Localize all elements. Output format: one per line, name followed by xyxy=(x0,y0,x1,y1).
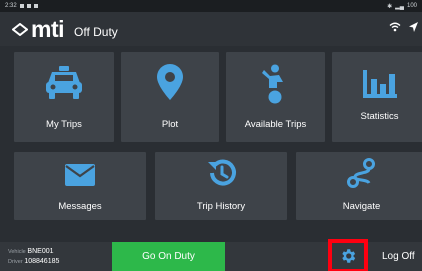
tile-label: Messages xyxy=(58,201,102,212)
tile-label: My Trips xyxy=(46,119,82,130)
navigation-arrow-icon[interactable] xyxy=(409,22,418,32)
tile-navigate[interactable]: Navigate xyxy=(296,152,422,220)
system-status-bar: 2:32 ✱ ▂▄ 100 xyxy=(0,0,422,12)
notification-icon xyxy=(26,4,31,8)
tile-label: Trip History xyxy=(196,201,246,212)
mti-logo-icon xyxy=(12,22,28,36)
log-off-button[interactable]: Log Off xyxy=(382,251,415,262)
logo-text: mti xyxy=(31,15,65,42)
tile-available-trips[interactable]: Available Trips xyxy=(226,52,325,142)
bottom-action-bar: Vehicle BNE001 Driver 108846185 Go On Du… xyxy=(0,239,422,271)
tile-label: Plot xyxy=(161,119,179,130)
history-icon xyxy=(208,159,236,186)
vehicle-driver-info: Vehicle BNE001 Driver 108846185 xyxy=(0,247,112,267)
mti-logo: mti xyxy=(12,15,65,42)
person-waving-icon xyxy=(261,64,283,104)
driver-value: 108846185 xyxy=(24,257,60,265)
settings-button[interactable] xyxy=(328,239,368,271)
taxi-icon xyxy=(46,66,82,99)
route-icon xyxy=(346,158,375,188)
tile-messages[interactable]: Messages xyxy=(14,152,146,220)
clock-text: 2:32 xyxy=(5,3,17,9)
driver-label: Driver xyxy=(8,258,23,265)
wifi-icon xyxy=(389,22,401,32)
tile-plot[interactable]: Plot xyxy=(121,52,219,142)
envelope-icon xyxy=(65,164,95,186)
bluetooth-icon: ✱ xyxy=(387,3,393,10)
tile-label: Navigate xyxy=(342,201,381,212)
gear-icon xyxy=(342,249,356,263)
app-header: mti Off Duty xyxy=(0,12,422,46)
bar-chart-icon xyxy=(362,70,397,98)
go-on-duty-button[interactable]: Go On Duty xyxy=(112,242,225,271)
vehicle-label: Vehicle xyxy=(8,248,26,255)
tile-label: Statistics xyxy=(360,111,399,122)
tile-trip-history[interactable]: Trip History xyxy=(155,152,287,220)
tile-label: Available Trips xyxy=(244,119,307,130)
tile-my-trips[interactable]: My Trips xyxy=(14,52,114,142)
duty-status-title: Off Duty xyxy=(74,25,118,39)
tile-statistics[interactable]: Statistics xyxy=(332,52,422,142)
notification-icon xyxy=(33,4,38,8)
battery-level: 100 xyxy=(406,3,417,9)
notification-icon xyxy=(19,4,24,8)
vehicle-value: BNE001 xyxy=(27,247,54,255)
signal-icon: ▂▄ xyxy=(395,3,404,10)
map-pin-icon xyxy=(157,64,183,100)
